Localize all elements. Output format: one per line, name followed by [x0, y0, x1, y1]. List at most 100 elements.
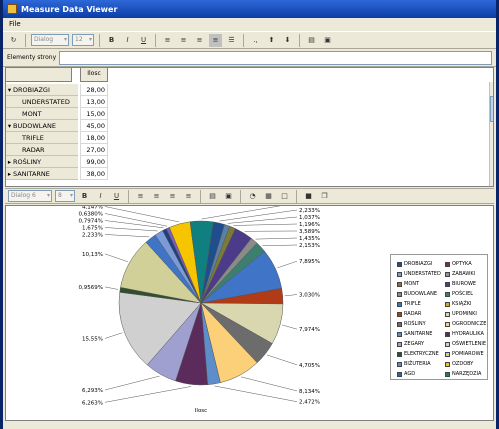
underline-button[interactable]: U [137, 34, 150, 47]
grid-cell[interactable]: 28,00 [80, 84, 108, 96]
legend-swatch [445, 281, 450, 287]
legend-item: ZEGARY [397, 341, 424, 347]
grid-row-header[interactable]: ▸ SANITARNE [6, 168, 78, 180]
legend-label: NARZĘDZIA [452, 371, 482, 377]
slice-data-label: 3,589% [299, 229, 320, 235]
legend-swatch [445, 361, 450, 367]
chart-export-icon[interactable]: ▤ [206, 190, 219, 203]
legend-item: TRIFLE [397, 301, 421, 307]
decrease-decimal-icon[interactable]: ⬇ [281, 34, 294, 47]
export-icon[interactable]: ▤ [305, 34, 318, 47]
chart-align-center-icon[interactable]: ≡ [150, 190, 163, 203]
chart-frame-icon[interactable]: □ [278, 190, 291, 203]
filter-input[interactable] [59, 50, 492, 65]
legend-label: DROBIAZGI [404, 261, 433, 267]
toolbar-separator [99, 33, 100, 47]
align-justify-icon[interactable]: ≡ [209, 33, 222, 47]
slice-leader-line [104, 286, 119, 290]
grid-cell[interactable]: 13,00 [80, 96, 108, 108]
slice-leader-line [214, 385, 298, 402]
grid-cell[interactable]: 99,00 [80, 156, 108, 168]
chart-italic-button[interactable]: I [94, 190, 107, 203]
grid-row-header[interactable]: ▾ DROBIAZGI [6, 84, 78, 96]
chart-copy-icon[interactable]: ❐ [318, 190, 331, 203]
refresh-icon[interactable]: ↻ [7, 34, 20, 47]
align-right-icon[interactable]: ≡ [193, 34, 206, 47]
align-left-icon[interactable]: ≡ [161, 34, 174, 47]
slice-leader-line [240, 376, 298, 392]
legend-label: ROŚLINY [404, 321, 426, 327]
font-size-combo[interactable]: 12 [72, 34, 94, 46]
legend-swatch [397, 271, 402, 277]
align-center-icon[interactable]: ≡ [177, 34, 190, 47]
chart-align-justify-icon[interactable]: ≡ [182, 190, 195, 203]
chart-align-right-icon[interactable]: ≡ [166, 190, 179, 203]
grid-row-label: DROBIAZGI [13, 86, 50, 94]
grid-cell[interactable]: 38,00 [80, 168, 108, 180]
slice-leader-line [255, 237, 298, 240]
decimal-icon[interactable]: ., [249, 34, 262, 47]
toolbar-separator [299, 33, 300, 47]
legend-label: AGD [404, 371, 416, 377]
chart-print-icon[interactable]: ▣ [222, 190, 235, 203]
legend-label: OPTYKA [452, 261, 472, 267]
legend-swatch [397, 361, 402, 367]
grid-row-header[interactable]: ▾ BUDOWLANE [6, 120, 78, 132]
grid-cell[interactable]: 18,00 [80, 132, 108, 144]
font-family-combo[interactable]: Dialog [31, 34, 69, 46]
grid-row-header[interactable]: MONT [6, 108, 78, 120]
legend-swatch [397, 311, 402, 317]
menu-file[interactable]: File [9, 20, 21, 28]
chart-color-icon[interactable]: ■ [302, 190, 315, 203]
legend-item: BIŻUTERIA [397, 361, 431, 367]
grid-row-header[interactable]: ▸ ROŚLINY [6, 156, 78, 168]
vertical-scrollbar[interactable] [489, 82, 493, 186]
expander-icon[interactable]: ▾ [6, 120, 13, 132]
grid-cell[interactable]: 15,00 [80, 108, 108, 120]
legend-swatch [397, 301, 402, 307]
grid-cell[interactable]: 45,00 [80, 120, 108, 132]
chart-align-left-icon[interactable]: ≡ [134, 190, 147, 203]
legend-label: OGRODNICZE [452, 321, 487, 327]
window-title: Measure Data Viewer [21, 4, 118, 14]
legend-item: SANITARNE [397, 331, 432, 337]
grid-row-header[interactable]: TRIFLE [6, 132, 78, 144]
slice-leader-line [104, 220, 164, 229]
chart-bold-button[interactable]: B [78, 190, 91, 203]
legend-item: KSIĄŻKI [445, 301, 472, 307]
expander-icon[interactable]: ▸ [6, 156, 13, 168]
bold-button[interactable]: B [105, 34, 118, 47]
legend-label: OZDOBY [452, 361, 474, 367]
slice-data-label: 15,55% [82, 336, 103, 342]
chart-grid-icon[interactable]: ▦ [262, 190, 275, 203]
slice-leader-line [266, 354, 298, 366]
chart-size-combo[interactable]: 8 [55, 190, 75, 202]
legend-swatch [445, 371, 450, 377]
increase-decimal-icon[interactable]: ⬆ [265, 34, 278, 47]
expander-icon[interactable]: ▾ [6, 84, 13, 96]
legend-label: ELEKTRYCZNE [404, 351, 439, 357]
grid-row-header[interactable]: UNDERSTATED [6, 96, 78, 108]
print-icon[interactable]: ▣ [321, 34, 334, 47]
slice-leader-line [104, 206, 180, 223]
legend-label: KSIĄŻKI [452, 301, 472, 307]
slice-data-label: 6,293% [82, 388, 103, 394]
chart-font-combo[interactable]: Dialog 6 [8, 190, 52, 202]
slice-data-label: 0,9569% [79, 285, 103, 291]
grid-row-label: ROŚLINY [13, 158, 42, 166]
grid-cell[interactable]: 27,00 [80, 144, 108, 156]
scrollbar-thumb[interactable] [490, 96, 493, 122]
expander-icon[interactable]: ▸ [6, 168, 13, 180]
legend-label: BIŻUTERIA [404, 361, 431, 367]
slice-leader-line [233, 223, 298, 226]
chart-underline-button[interactable]: U [110, 190, 123, 203]
grid-row-header[interactable]: RADAR [6, 144, 78, 156]
italic-button[interactable]: I [121, 34, 134, 47]
column-header-ilosc[interactable]: Ilosc [80, 68, 108, 82]
chart-legend: DROBIAZGI OPTYKA UNDERSTATED ZABAWKI MONT BIU… [390, 254, 488, 380]
slice-leader-line [201, 206, 281, 220]
grid-row-label: UNDERSTATED [22, 98, 70, 106]
chart-type-icon[interactable]: ◔ [246, 190, 259, 203]
chart-toolbar: Dialog 6 8 B I U ≡ ≡ ≡ ≡ ▤ ▣ ◔ ▦ □ ■ ❐ [5, 188, 494, 204]
list-icon[interactable]: ☰ [225, 34, 238, 47]
